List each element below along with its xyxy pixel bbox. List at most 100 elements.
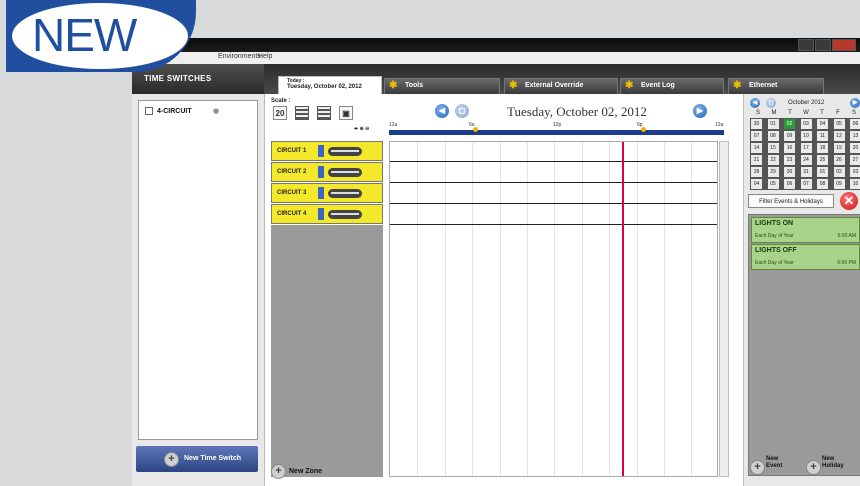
gear-icon: ✱: [389, 80, 398, 91]
calendar-day[interactable]: 06: [784, 179, 795, 189]
expand-icon[interactable]: [145, 107, 153, 115]
calendar-day[interactable]: 24: [800, 155, 812, 165]
edit-icon[interactable]: [318, 166, 324, 178]
calendar-day[interactable]: 13: [850, 131, 860, 141]
prev-day-icon[interactable]: ◀: [435, 104, 449, 118]
calendar-day[interactable]: 05: [767, 179, 779, 189]
new-time-switch-button[interactable]: + New Time Switch: [136, 446, 258, 472]
calendar-day[interactable]: 01: [817, 167, 828, 177]
grid-line: [554, 142, 555, 476]
tab-tools[interactable]: ✱ Tools: [384, 78, 500, 94]
calendar-panel: ◀ ◻ October 2012 ▶ S M T W T F S 30 01 02 03 04 05 0…: [743, 94, 860, 486]
tab-ethernet[interactable]: ✱ Ethernet: [728, 78, 824, 94]
calendar-day[interactable]: 26: [833, 155, 845, 165]
new-event-button[interactable]: + New Event: [750, 454, 800, 478]
calendar-day[interactable]: 04: [751, 179, 762, 189]
calendar-day[interactable]: 01: [767, 119, 779, 129]
prev-month-icon[interactable]: ◀: [750, 98, 760, 108]
maximize-button[interactable]: [815, 39, 831, 51]
event-item[interactable]: LIGHTS ON Each Day of Year 6:00 AM: [751, 217, 860, 243]
tab-event-log[interactable]: ✱ Event Log: [620, 78, 724, 94]
menu-help[interactable]: Help: [258, 53, 272, 60]
calendar-day[interactable]: 15: [767, 143, 779, 153]
calendar-day[interactable]: 31: [800, 167, 812, 177]
current-month-icon[interactable]: ◻: [766, 98, 776, 108]
calendar-day[interactable]: 17: [800, 143, 812, 153]
today-date: Tuesday, October 02, 2012: [287, 84, 362, 90]
ruler-bar[interactable]: [389, 130, 724, 135]
new-zone-button[interactable]: + New Zone: [271, 461, 391, 481]
clear-filter-icon[interactable]: ✕: [840, 192, 858, 210]
filter-events-button[interactable]: Filter Events & Holidays: [748, 194, 834, 208]
on-marker-icon[interactable]: [473, 127, 478, 132]
override-toggle[interactable]: [328, 168, 362, 177]
calendar-day[interactable]: 10: [800, 131, 812, 141]
calendar-day[interactable]: 22: [767, 155, 779, 165]
print-icon[interactable]: ▣: [339, 106, 353, 120]
calendar-day[interactable]: 06: [850, 119, 860, 129]
time-ruler: 12a 6a 12p 6p 12a: [389, 122, 724, 138]
calendar-day[interactable]: 30: [784, 167, 795, 177]
calendar-day[interactable]: 23: [784, 155, 795, 165]
calendar-day[interactable]: 11: [817, 131, 828, 141]
calendar-day[interactable]: 25: [817, 155, 828, 165]
calendar-day[interactable]: 09: [833, 179, 845, 189]
calendar-day[interactable]: 07: [751, 131, 762, 141]
circuit-row[interactable]: CIRCUIT 3: [271, 183, 383, 203]
menu-environments[interactable]: Environments: [218, 53, 261, 60]
calendar-day[interactable]: 03: [800, 119, 812, 129]
today-icon[interactable]: ◻: [455, 104, 469, 118]
override-toggle[interactable]: [328, 147, 362, 156]
calendar-day[interactable]: 20: [850, 143, 860, 153]
calendar-day[interactable]: 04: [817, 119, 828, 129]
override-toggle[interactable]: [328, 210, 362, 219]
calendar-day[interactable]: 27: [850, 155, 860, 165]
grid-line: [637, 142, 638, 476]
schedule-grid[interactable]: [389, 141, 718, 477]
tab-external-override[interactable]: ✱ External Override: [504, 78, 618, 94]
circuit-row[interactable]: CIRCUIT 4: [271, 204, 383, 224]
day-view-button[interactable]: 20: [273, 106, 287, 120]
edit-icon[interactable]: [318, 145, 324, 157]
off-marker-icon[interactable]: [641, 127, 646, 132]
calendar-day[interactable]: 21: [751, 155, 762, 165]
calendar-day[interactable]: 18: [817, 143, 828, 153]
calendar-day[interactable]: 08: [767, 131, 779, 141]
calendar-day[interactable]: 30: [751, 119, 762, 129]
week-view-icon[interactable]: [295, 106, 309, 120]
calendar-day[interactable]: 19: [833, 143, 845, 153]
grid-line: [527, 142, 528, 476]
tab-today[interactable]: Today : Tuesday, October 02, 2012: [278, 76, 382, 94]
grid-line: [609, 142, 610, 476]
calendar-day[interactable]: 02: [833, 167, 845, 177]
next-day-icon[interactable]: ▶: [693, 104, 707, 118]
event-item[interactable]: LIGHTS OFF Each Day of Year 6:00 PM: [751, 244, 860, 270]
edit-icon[interactable]: [318, 187, 324, 199]
calendar-day[interactable]: 07: [800, 179, 812, 189]
calendar-day[interactable]: 16: [784, 143, 795, 153]
next-month-icon[interactable]: ▶: [850, 98, 860, 108]
close-button[interactable]: [832, 39, 856, 51]
calendar-day[interactable]: 03: [850, 167, 860, 177]
tree-item-4-circuit[interactable]: 4-CIRCUIT ◉: [145, 107, 219, 115]
edit-icon[interactable]: [318, 208, 324, 220]
override-toggle[interactable]: [328, 189, 362, 198]
month-view-icon[interactable]: [317, 106, 331, 120]
zoom-control[interactable]: ⬌ ⊕ ⊖: [354, 126, 369, 132]
calendar-day[interactable]: 02: [784, 119, 795, 129]
minimize-button[interactable]: [798, 39, 814, 51]
calendar-day[interactable]: 10: [850, 179, 860, 189]
circuit-row[interactable]: CIRCUIT 2: [271, 162, 383, 182]
schedule-scrollbar[interactable]: [719, 141, 729, 477]
new-event-line1: New: [766, 456, 779, 462]
calendar-day[interactable]: 09: [784, 131, 795, 141]
calendar-day[interactable]: 29: [767, 167, 779, 177]
new-holiday-line2: Holiday: [822, 463, 844, 469]
new-holiday-button[interactable]: + New Holiday: [806, 454, 860, 478]
calendar-day[interactable]: 08: [817, 179, 828, 189]
calendar-day[interactable]: 28: [751, 167, 762, 177]
calendar-day[interactable]: 12: [833, 131, 845, 141]
circuit-row[interactable]: CIRCUIT 1: [271, 141, 383, 161]
calendar-day[interactable]: 14: [751, 143, 762, 153]
calendar-day[interactable]: 05: [833, 119, 845, 129]
